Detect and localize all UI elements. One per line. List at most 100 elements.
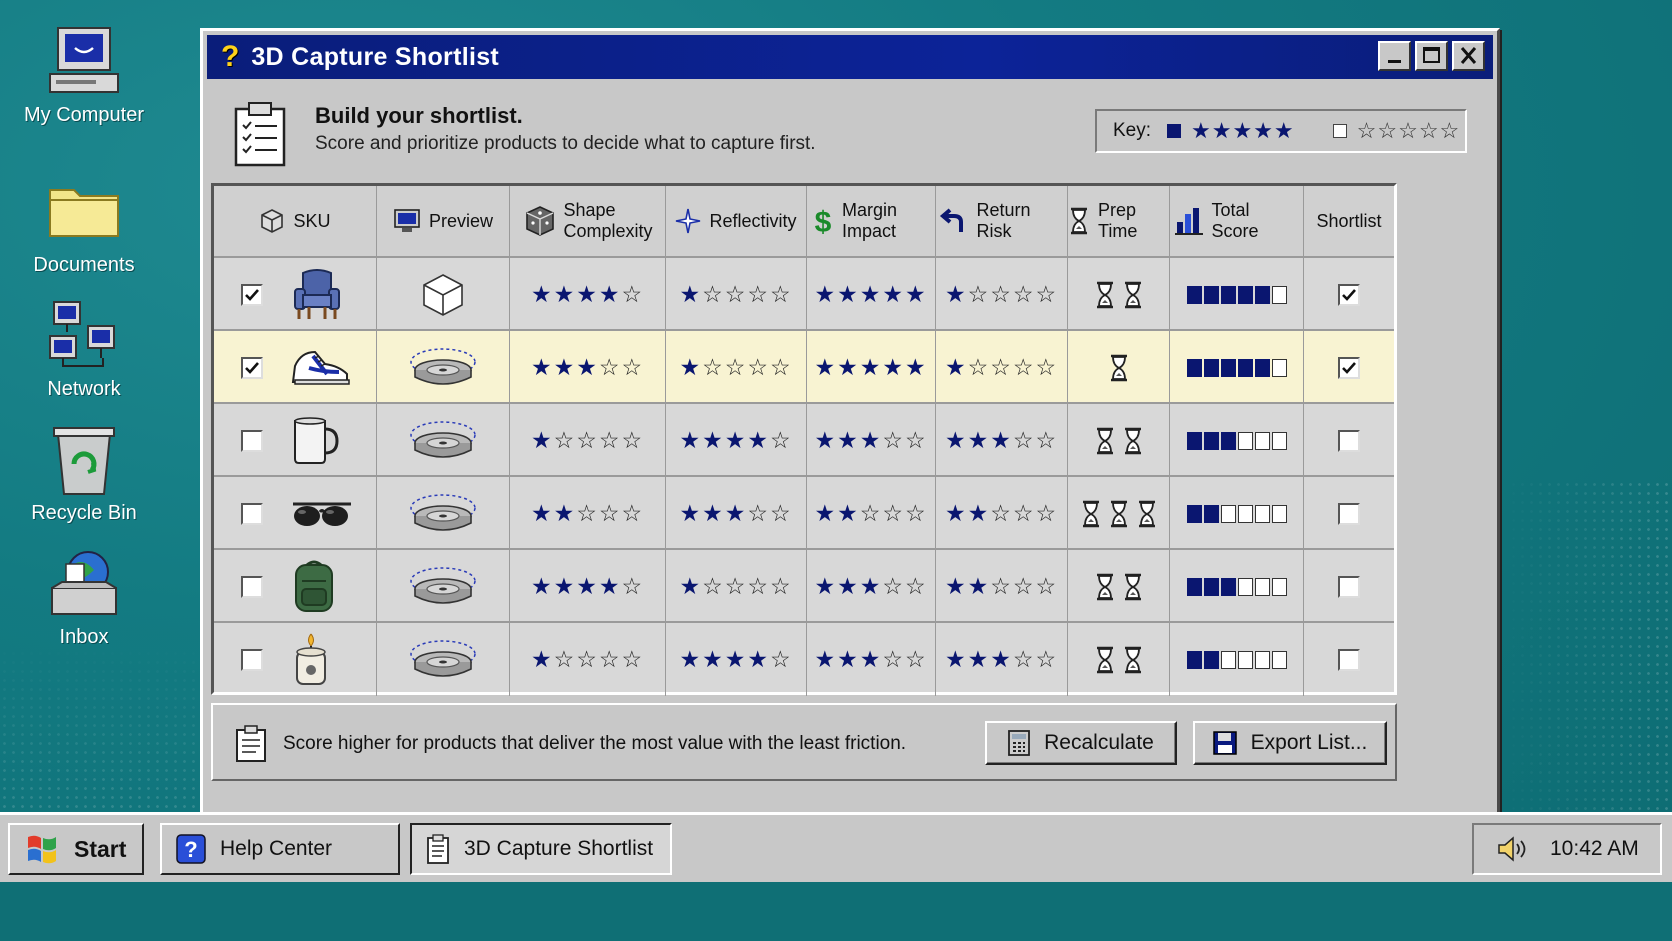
- return-risk-cell: ★★★☆☆: [935, 623, 1067, 696]
- table-row[interactable]: ★★☆☆☆ ★★★☆☆ ★★☆☆☆ ★★☆☆☆: [214, 475, 1394, 550]
- help-question-icon: ?: [221, 40, 240, 73]
- recalculate-button[interactable]: Recalculate: [985, 721, 1177, 765]
- return-risk-cell: ★☆☆☆☆: [935, 331, 1067, 404]
- export-list-label: Export List...: [1250, 731, 1368, 754]
- score-segment-filled: [1220, 431, 1236, 450]
- export-list-button[interactable]: Export List...: [1193, 721, 1387, 765]
- desktop-icon-documents[interactable]: Documents: [18, 172, 150, 277]
- row-select-checkbox[interactable]: [241, 429, 263, 452]
- prep-time-hourglasses: [1094, 573, 1144, 601]
- preview-cell: [376, 477, 509, 550]
- row-select-checkbox[interactable]: [241, 283, 263, 306]
- hourglass-icon: [1094, 573, 1116, 601]
- shortlist-checkbox[interactable]: [1338, 356, 1360, 379]
- turntable-icon[interactable]: [409, 492, 477, 536]
- turntable-icon[interactable]: [409, 565, 477, 609]
- row-select-checkbox[interactable]: [241, 502, 263, 525]
- row-select-checkbox[interactable]: [241, 356, 263, 379]
- taskbar-3d-capture-shortlist[interactable]: 3D Capture Shortlist: [410, 823, 672, 875]
- taskbar-help-center[interactable]: ? Help Center: [160, 823, 400, 875]
- star-filled-icon: ★: [837, 500, 860, 526]
- star-filled-icon: ★: [553, 573, 577, 599]
- table-row[interactable]: ★☆☆☆☆ ★★★★☆ ★★★☆☆ ★★★☆☆: [214, 621, 1394, 696]
- preview-cell: [376, 550, 509, 623]
- margin-impact-cell: ★★★★★: [806, 331, 935, 404]
- shortlist-cell: [1303, 477, 1394, 550]
- turntable-icon[interactable]: [409, 346, 477, 390]
- star-empty-icon: ☆: [769, 427, 793, 453]
- star-filled-icon: ★: [944, 427, 968, 453]
- star-filled-icon: ★: [530, 573, 554, 599]
- desktop-icon-label: Recycle Bin: [31, 502, 137, 524]
- desktop-bottom-strip: [0, 882, 1672, 941]
- star-empty-icon: ☆: [882, 427, 905, 453]
- score-segment-filled: [1186, 431, 1202, 450]
- close-button[interactable]: [1452, 41, 1485, 71]
- check-icon: [1340, 359, 1358, 377]
- star-empty-icon: ☆: [747, 500, 770, 526]
- clock[interactable]: 10:42 AM: [1550, 837, 1639, 861]
- clipboard-icon: [236, 725, 266, 762]
- shortlist-checkbox[interactable]: [1338, 648, 1360, 671]
- total-score-meter: [1186, 650, 1287, 669]
- star-filled-icon: ★: [814, 573, 838, 599]
- recycle-bin-icon: [53, 427, 115, 495]
- minimize-button[interactable]: [1378, 41, 1411, 71]
- table-row[interactable]: ★☆☆☆☆ ★★★★☆ ★★★☆☆ ★★★☆☆: [214, 402, 1394, 477]
- desktop-icon-recycle-bin[interactable]: Recycle Bin: [18, 420, 150, 525]
- start-button[interactable]: Start: [8, 823, 144, 875]
- desktop-icon-my-computer[interactable]: My Computer: [18, 22, 150, 127]
- star-empty-icon: ☆: [1035, 354, 1059, 380]
- score-segment-filled: [1237, 358, 1253, 377]
- star-filled-icon: ★: [598, 573, 622, 599]
- desktop-icon-network[interactable]: Network: [18, 296, 150, 401]
- hourglass-icon: [1122, 573, 1144, 601]
- desktop-icon-inbox[interactable]: Inbox: [18, 544, 150, 649]
- table-row[interactable]: ★★★★☆ ★☆☆☆☆ ★★★☆☆ ★★☆☆☆: [214, 548, 1394, 623]
- star-filled-icon: ★: [814, 354, 838, 380]
- minimize-icon: [1388, 60, 1401, 63]
- total-score-meter: [1186, 431, 1287, 450]
- star-empty-icon: ☆: [904, 427, 928, 453]
- turntable-icon[interactable]: [409, 638, 477, 682]
- row-select-checkbox[interactable]: [241, 648, 263, 671]
- inbox-icon: [51, 551, 117, 615]
- table-row[interactable]: ★★★★☆ ★☆☆☆☆ ★★★★★ ★☆☆☆☆: [214, 256, 1394, 331]
- shortlist-checkbox[interactable]: [1338, 283, 1360, 306]
- score-segment-filled: [1220, 285, 1236, 304]
- shortlist-checkbox[interactable]: [1338, 502, 1360, 525]
- shortlist-checkbox[interactable]: [1338, 429, 1360, 452]
- column-header: Reflectivity: [665, 186, 806, 256]
- table-row[interactable]: ★★★☆☆ ★☆☆☆☆ ★★★★★ ★☆☆☆☆: [214, 329, 1394, 404]
- star-filled-icon: ★: [990, 646, 1013, 672]
- taskbar-task-label: 3D Capture Shortlist: [464, 837, 654, 860]
- star-filled-icon: ★: [724, 427, 748, 453]
- star-empty-icon: ☆: [621, 646, 645, 672]
- wireframe-cube-icon[interactable]: [420, 272, 466, 318]
- star-empty-icon: ☆: [1012, 354, 1036, 380]
- svg-text:?: ?: [184, 837, 197, 862]
- window-titlebar[interactable]: ? 3D Capture Shortlist: [207, 35, 1493, 79]
- turntable-icon[interactable]: [409, 419, 477, 463]
- star-filled-icon: ★: [967, 646, 991, 672]
- shortlist-checkbox[interactable]: [1338, 575, 1360, 598]
- row-select-checkbox[interactable]: [241, 575, 263, 598]
- preview-cell: [376, 623, 509, 696]
- total-score-cell: [1169, 623, 1303, 696]
- backpack-icon: [289, 559, 339, 615]
- maximize-icon: [1423, 47, 1440, 63]
- star-empty-icon: ☆: [1035, 573, 1059, 599]
- star-empty-icon: ☆: [1035, 427, 1059, 453]
- star-empty-icon: ☆: [598, 354, 622, 380]
- maximize-button[interactable]: [1415, 41, 1448, 71]
- star-empty-icon: ☆: [621, 573, 645, 599]
- volume-button[interactable]: [1496, 835, 1530, 863]
- desktop-icon-label: Documents: [33, 254, 135, 276]
- star-filled-icon: ★: [967, 573, 991, 599]
- prep-time-hourglasses: [1094, 427, 1144, 455]
- total-score-cell: [1169, 404, 1303, 477]
- star-filled-icon: ★: [553, 281, 577, 307]
- star-filled-icon: ★: [944, 354, 968, 380]
- score-segment-filled: [1186, 504, 1202, 523]
- prep-time-cell: [1067, 623, 1169, 696]
